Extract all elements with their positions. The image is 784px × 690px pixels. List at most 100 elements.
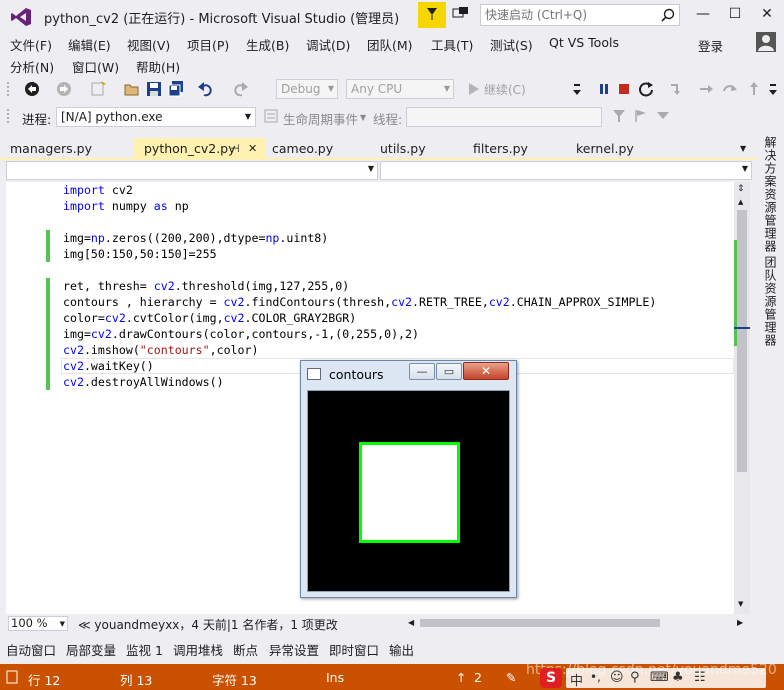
toolbar-overflow-icon[interactable]: [768, 84, 784, 100]
zoom-combo[interactable]: 100 % ▼: [8, 616, 68, 631]
tab-locals[interactable]: 局部变量: [66, 640, 116, 659]
overflow-icon[interactable]: [572, 84, 588, 100]
tab-immediate-window[interactable]: 即时窗口: [329, 640, 379, 659]
code-text[interactable]: import cv2 import numpy as np img=np.zero…: [63, 182, 656, 390]
redo-icon[interactable]: [232, 81, 248, 97]
scroll-up-icon[interactable]: ▲: [738, 198, 743, 206]
sogou-ime-icon[interactable]: S: [540, 668, 562, 688]
close-tab-icon[interactable]: ✕: [248, 138, 257, 159]
status-up-count[interactable]: 2: [474, 670, 482, 685]
notification-flag-icon[interactable]: [418, 2, 446, 28]
tab-kernel[interactable]: kernel.py: [566, 138, 634, 159]
undo-icon[interactable]: [198, 81, 214, 97]
maximize-button[interactable]: ☐: [718, 0, 752, 30]
menu-help[interactable]: 帮助(H): [136, 57, 180, 76]
user-avatar-icon[interactable]: [756, 32, 776, 52]
menu-window[interactable]: 窗口(W): [72, 57, 119, 76]
pencil-icon[interactable]: ✎: [506, 670, 516, 685]
close-button[interactable]: ✕: [750, 0, 784, 30]
tab-breakpoints[interactable]: 断点: [233, 640, 258, 659]
feedback-icon[interactable]: [452, 6, 472, 24]
back-icon[interactable]: [24, 81, 40, 97]
tab-managers[interactable]: managers.py: [0, 138, 92, 159]
step-over-icon[interactable]: [722, 81, 738, 97]
scroll-down-icon[interactable]: ▼: [738, 600, 743, 608]
chevron-down-icon[interactable]: ▼: [360, 113, 366, 122]
split-editor-icon[interactable]: ⇕: [737, 184, 745, 194]
navigation-member-combo[interactable]: ▼: [380, 161, 752, 180]
ime-emoji-icon[interactable]: ☺: [610, 670, 624, 685]
ime-toolbar[interactable]: 中 •, ☺ ⚲ ⌨ ♣ ☷: [566, 668, 766, 689]
stop-debugging-icon[interactable]: [616, 81, 632, 97]
save-all-icon[interactable]: [168, 81, 184, 97]
solution-configuration-combo[interactable]: Debug ▼: [276, 79, 338, 99]
flag-threads-icon[interactable]: [634, 109, 648, 126]
scroll-right-icon[interactable]: ▶: [737, 618, 743, 627]
tab-autos[interactable]: 自动窗口: [6, 640, 56, 659]
tab-watch-1[interactable]: 监视 1: [126, 640, 163, 659]
menu-test[interactable]: 测试(S): [490, 35, 533, 54]
break-all-icon[interactable]: [596, 81, 612, 97]
continue-icon[interactable]: [466, 81, 482, 97]
ime-voice-icon[interactable]: ⚲: [630, 670, 640, 685]
menu-edit[interactable]: 编辑(E): [68, 35, 111, 54]
cv-close-button[interactable]: ✕: [463, 362, 509, 380]
forward-icon[interactable]: [56, 81, 72, 97]
tab-filters[interactable]: filters.py: [463, 138, 528, 159]
ime-chinese-mode-icon[interactable]: 中: [570, 670, 583, 689]
menu-analyze[interactable]: 分析(N): [10, 57, 54, 76]
tab-overflow-chevron-icon[interactable]: ▼: [740, 144, 746, 153]
tab-output[interactable]: 输出: [389, 640, 414, 659]
minimize-button[interactable]: —: [686, 0, 720, 30]
menu-build[interactable]: 生成(B): [246, 35, 289, 54]
open-folder-icon[interactable]: [124, 81, 140, 97]
menu-tools[interactable]: 工具(T): [431, 35, 473, 54]
ime-tools-icon[interactable]: ☷: [694, 670, 706, 685]
scroll-left-icon[interactable]: ◀: [408, 618, 414, 627]
solution-explorer-tab[interactable]: 解决方案资源管理器: [762, 136, 779, 253]
menu-project[interactable]: 项目(P): [187, 35, 229, 54]
menu-qt-vs-tools[interactable]: Qt VS Tools: [549, 35, 619, 50]
step-into-icon[interactable]: [698, 81, 714, 97]
menu-file[interactable]: 文件(F): [10, 35, 52, 54]
navigation-type-combo[interactable]: ▼: [6, 161, 378, 180]
continue-button-label[interactable]: 继续(C): [484, 81, 526, 98]
quick-launch-input[interactable]: [481, 5, 651, 25]
tab-cameo[interactable]: cameo.py: [262, 138, 333, 159]
tab-exception-settings[interactable]: 异常设置: [269, 640, 319, 659]
solution-platform-combo[interactable]: Any CPU ▼: [346, 79, 454, 99]
step-out-icon[interactable]: [746, 81, 762, 97]
menu-debug[interactable]: 调试(D): [306, 35, 350, 54]
publish-up-icon[interactable]: ↑: [456, 670, 466, 685]
cv-maximize-button[interactable]: ▭: [436, 363, 462, 380]
thread-combo[interactable]: [406, 107, 602, 127]
team-explorer-tab[interactable]: 团队资源管理器: [762, 256, 779, 347]
show-next-statement-icon[interactable]: [668, 81, 684, 97]
quick-launch-box[interactable]: [480, 4, 680, 26]
process-combo[interactable]: [N/A] python.exe ▼: [56, 107, 256, 127]
contours-window-titlebar[interactable]: contours — ▭ ✕: [301, 361, 516, 387]
ime-punctuation-icon[interactable]: •,: [590, 670, 601, 684]
pin-icon[interactable]: ⊣: [230, 138, 240, 159]
login-link[interactable]: 登录: [698, 36, 723, 55]
codelens-status[interactable]: ≪ youandmeyxx，4 天前|1 名作者，1 项更改: [78, 616, 338, 633]
menu-view[interactable]: 视图(V): [127, 35, 170, 54]
search-icon[interactable]: [661, 8, 675, 25]
horizontal-scroll-thumb[interactable]: [420, 619, 660, 627]
tab-utils[interactable]: utils.py: [370, 138, 426, 159]
menu-team[interactable]: 团队(M): [367, 35, 413, 54]
restart-icon[interactable]: [638, 81, 654, 97]
vertical-scroll-thumb[interactable]: [737, 210, 747, 472]
tab-python-cv2[interactable]: python_cv2.py ⊣ ✕: [134, 138, 266, 159]
stack-frame-icon[interactable]: [656, 109, 670, 126]
ime-skin-icon[interactable]: ♣: [672, 670, 684, 685]
lifecycle-events-icon[interactable]: [264, 109, 278, 126]
filter-icon[interactable]: [612, 109, 626, 126]
cv-minimize-button[interactable]: —: [409, 363, 435, 380]
tab-call-stack[interactable]: 调用堆栈: [173, 640, 223, 659]
contours-window[interactable]: contours — ▭ ✕: [300, 360, 517, 598]
save-icon[interactable]: [146, 81, 162, 97]
ime-keyboard-icon[interactable]: ⌨: [650, 670, 669, 685]
lifecycle-events-label[interactable]: 生命周期事件: [283, 109, 358, 128]
new-project-icon[interactable]: [90, 81, 106, 97]
